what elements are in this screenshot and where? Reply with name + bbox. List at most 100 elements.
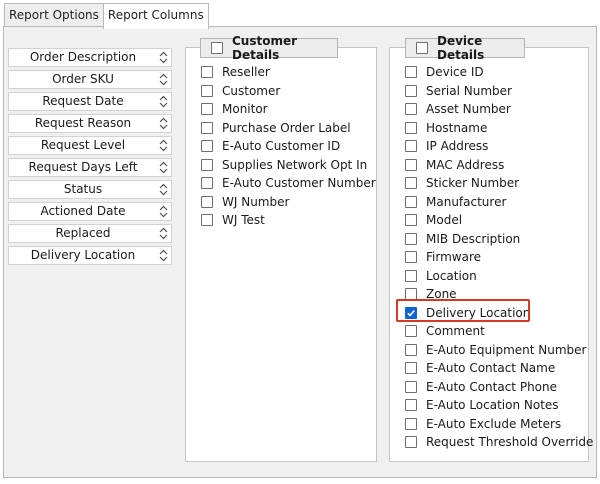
checkbox[interactable]: [201, 195, 213, 208]
device-details-item-firmware[interactable]: Firmware: [405, 248, 593, 267]
customer-details-item-purchase-order-label[interactable]: Purchase Order Label: [201, 119, 376, 138]
checkbox[interactable]: [201, 84, 213, 97]
device-details-item-label: Sticker Number: [426, 176, 520, 191]
reorder-updown-icon[interactable]: [158, 94, 169, 109]
checkbox[interactable]: [201, 103, 213, 116]
customer-details-item-wj-test[interactable]: WJ Test: [201, 211, 376, 230]
device-details-item-label: E-Auto Exclude Meters: [426, 416, 562, 431]
customer-details-item-e-auto-customer-id[interactable]: E-Auto Customer ID: [201, 137, 376, 156]
column-item-label: Request Date: [42, 94, 124, 108]
customer-details-item-wj-number[interactable]: WJ Number: [201, 193, 376, 212]
customer-details-header[interactable]: Customer Details: [200, 34, 338, 62]
device-details-item-e-auto-contact-phone[interactable]: E-Auto Contact Phone: [405, 378, 593, 397]
checkbox[interactable]: [405, 195, 417, 208]
device-details-item-request-threshold-override[interactable]: Request Threshold Override: [405, 433, 593, 452]
checkbox[interactable]: [405, 232, 417, 245]
checkbox[interactable]: [405, 84, 417, 97]
checkbox[interactable]: [201, 177, 213, 190]
tab-report-columns[interactable]: Report Columns: [102, 3, 209, 29]
device-details-item-e-auto-contact-name[interactable]: E-Auto Contact Name: [405, 359, 593, 378]
checkbox[interactable]: [405, 214, 417, 227]
checkbox[interactable]: [405, 436, 417, 449]
device-details-item-manufacturer[interactable]: Manufacturer: [405, 193, 593, 212]
device-details-item-label: Location: [426, 268, 477, 283]
device-details-item-mib-description[interactable]: MIB Description: [405, 230, 593, 249]
column-item-order-sku[interactable]: Order SKU: [8, 70, 172, 89]
column-item-request-days-left[interactable]: Request Days Left: [8, 158, 172, 177]
checkbox[interactable]: [405, 399, 417, 412]
reorder-updown-icon[interactable]: [158, 138, 169, 153]
device-details-item-comment[interactable]: Comment: [405, 322, 593, 341]
device-details-item-model[interactable]: Model: [405, 211, 593, 230]
reorder-updown-icon[interactable]: [158, 116, 169, 131]
device-details-item-mac-address[interactable]: MAC Address: [405, 156, 593, 175]
customer-details-item-monitor[interactable]: Monitor: [201, 100, 376, 119]
device-details-item-device-id[interactable]: Device ID: [405, 63, 593, 82]
reorder-updown-icon[interactable]: [158, 72, 169, 87]
column-item-label: Request Reason: [34, 116, 132, 130]
checkbox[interactable]: [405, 417, 417, 430]
reorder-updown-icon[interactable]: [158, 160, 169, 175]
column-item-status[interactable]: Status: [8, 180, 172, 199]
column-item-request-reason[interactable]: Request Reason: [8, 114, 172, 133]
checkbox[interactable]: [405, 343, 417, 356]
tab-report-options[interactable]: Report Options: [4, 3, 104, 27]
column-item-replaced[interactable]: Replaced: [8, 224, 172, 243]
customer-details-item-e-auto-customer-number[interactable]: E-Auto Customer Number: [201, 174, 376, 193]
device-details-item-sticker-number[interactable]: Sticker Number: [405, 174, 593, 193]
column-item-label: Actioned Date: [40, 204, 126, 218]
customer-details-item-customer[interactable]: Customer: [201, 82, 376, 101]
customer-details-item-supplies-network-opt-in[interactable]: Supplies Network Opt In: [201, 156, 376, 175]
device-details-item-hostname[interactable]: Hostname: [405, 119, 593, 138]
column-item-order-description[interactable]: Order Description: [8, 48, 172, 67]
checkbox[interactable]: [201, 214, 213, 227]
checkbox[interactable]: [201, 140, 213, 153]
checkbox[interactable]: [405, 362, 417, 375]
checkbox[interactable]: [405, 325, 417, 338]
column-item-delivery-location[interactable]: Delivery Location: [8, 246, 172, 265]
device-details-item-label: Serial Number: [426, 83, 512, 98]
device-details-item-label: E-Auto Equipment Number: [426, 342, 587, 357]
checkbox[interactable]: [405, 269, 417, 282]
column-item-label: Order SKU: [52, 72, 114, 86]
checkbox[interactable]: [201, 158, 213, 171]
customer-details-item-label: WJ Test: [222, 213, 265, 228]
checkbox[interactable]: [405, 140, 417, 153]
column-item-request-date[interactable]: Request Date: [8, 92, 172, 111]
checkbox-checked[interactable]: [405, 306, 417, 319]
checkbox[interactable]: [405, 158, 417, 171]
reorder-updown-icon[interactable]: [158, 50, 169, 65]
device-details-header[interactable]: Device Details: [405, 34, 525, 62]
checkbox[interactable]: [201, 66, 213, 79]
device-details-item-location[interactable]: Location: [405, 267, 593, 286]
device-details-item-serial-number[interactable]: Serial Number: [405, 82, 593, 101]
checkbox[interactable]: [405, 121, 417, 134]
column-item-actioned-date[interactable]: Actioned Date: [8, 202, 172, 221]
customer-details-item-label: E-Auto Customer Number: [222, 176, 376, 191]
reorder-updown-icon[interactable]: [158, 226, 169, 241]
customer-details-item-reseller[interactable]: Reseller: [201, 63, 376, 82]
checkbox[interactable]: [405, 177, 417, 190]
device-details-item-label: Manufacturer: [426, 194, 507, 209]
checkbox[interactable]: [405, 251, 417, 264]
device-details-item-ip-address[interactable]: IP Address: [405, 137, 593, 156]
device-details-item-delivery-location[interactable]: Delivery Location: [405, 304, 593, 323]
device-details-item-e-auto-location-notes[interactable]: E-Auto Location Notes: [405, 396, 593, 415]
column-item-request-level[interactable]: Request Level: [8, 136, 172, 155]
customer-details-select-all-checkbox[interactable]: [211, 42, 223, 54]
checkbox[interactable]: [405, 380, 417, 393]
checkbox[interactable]: [405, 103, 417, 116]
reorder-updown-icon[interactable]: [158, 182, 169, 197]
device-details-item-asset-number[interactable]: Asset Number: [405, 100, 593, 119]
checkbox[interactable]: [405, 288, 417, 301]
checkbox[interactable]: [201, 121, 213, 134]
reorder-updown-icon[interactable]: [158, 204, 169, 219]
checkbox[interactable]: [405, 66, 417, 79]
device-details-item-e-auto-exclude-meters[interactable]: E-Auto Exclude Meters: [405, 415, 593, 434]
device-details-item-label: Firmware: [426, 250, 481, 265]
reorder-updown-icon[interactable]: [158, 248, 169, 263]
column-item-label: Replaced: [55, 226, 111, 240]
device-details-item-e-auto-equipment-number[interactable]: E-Auto Equipment Number: [405, 341, 593, 360]
device-details-item-zone[interactable]: Zone: [405, 285, 593, 304]
device-details-select-all-checkbox[interactable]: [416, 42, 428, 54]
